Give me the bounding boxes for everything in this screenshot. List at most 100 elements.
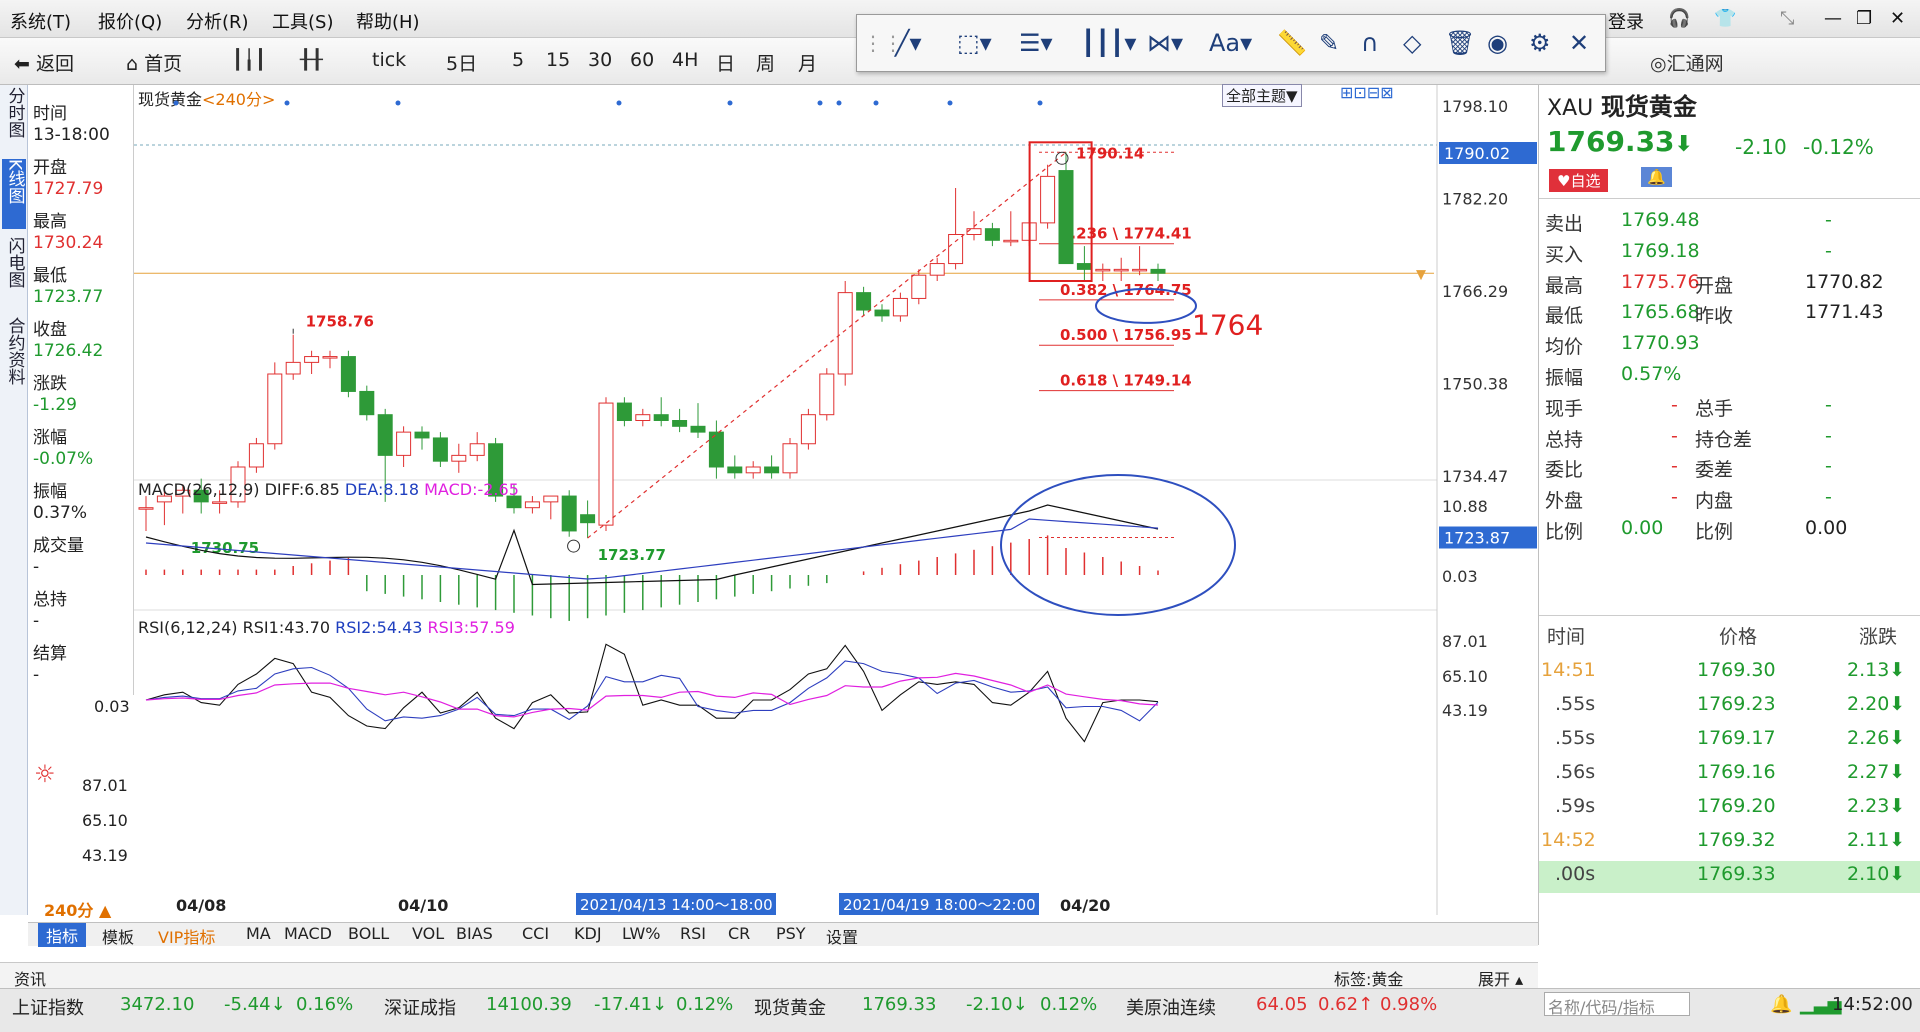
quote-label2: 开盘 (1695, 274, 1734, 297)
indicator-tab[interactable]: BOLL (348, 924, 389, 943)
quote-value: 0.57% (1621, 363, 1682, 385)
period-month[interactable]: 月 (798, 49, 817, 76)
menu-analysis[interactable]: 分析(R) (186, 8, 249, 34)
indicator-tab[interactable]: CR (728, 924, 750, 943)
channel-tool-icon[interactable]: ┃┃┃▾ (1081, 29, 1136, 57)
info-low-label: 最低 (33, 266, 67, 286)
tab-kline[interactable]: K线图 (2, 159, 26, 229)
info-vol-label: 成交量 (33, 536, 84, 556)
tick-time: .56s (1555, 761, 1596, 783)
eraser-icon[interactable]: ◇ (1403, 29, 1421, 57)
indicator-tab[interactable]: VIP指标 (158, 924, 215, 948)
indicator-tab[interactable]: MA (246, 924, 271, 943)
quote-pct: -0.12% (1803, 135, 1874, 159)
indicator-tab[interactable]: RSI (680, 924, 706, 943)
login-link[interactable]: 登录 (1608, 8, 1644, 34)
candle-body (1113, 268, 1129, 272)
menu-system[interactable]: 系统(T) (10, 8, 71, 34)
period-5[interactable]: 5 (512, 49, 524, 71)
chart-canvas[interactable]: 0.236 \ 1774.410.382 \ 1764.750.500 \ 17… (134, 85, 1538, 915)
news-label[interactable]: 资讯 (14, 966, 46, 990)
tab-timeshare[interactable]: 分时图 (2, 87, 26, 143)
magnet-icon[interactable]: ∩ (1361, 29, 1379, 57)
tab-lightning[interactable]: 闪电图 (2, 237, 26, 293)
indicator-tab[interactable]: CCI (522, 924, 549, 943)
macd-axis-label: 0.03 (94, 697, 130, 716)
menu-quote[interactable]: 报价(Q) (98, 8, 162, 34)
ticker-name[interactable]: 上证指数 (12, 994, 84, 1020)
tick-time: .00s (1555, 863, 1596, 885)
period-60[interactable]: 60 (630, 49, 654, 71)
indicator-tabs: 指标 模板 VIP指标 MA MACD BOLL VOL BIAS CCI KDJ LW% RSI CR… (28, 922, 1538, 948)
candle-chart-icon[interactable]: ╂╂ (300, 49, 323, 71)
indicator-tab[interactable]: PSY (776, 924, 806, 943)
text-tool-icon[interactable]: Aa▾ (1209, 29, 1252, 57)
line-tool-icon[interactable]: ╱▾ (895, 29, 922, 57)
tab-contract[interactable]: 合约资料 (2, 317, 26, 390)
period-5day[interactable]: 5日 (446, 49, 477, 76)
price-tick: 1750.38 (1442, 374, 1508, 393)
quote-value2: 1771.43 (1805, 301, 1884, 324)
tick-change: 2.13⬇ (1847, 659, 1906, 681)
trash-icon[interactable]: 🗑 (1445, 29, 1475, 57)
period-15[interactable]: 15 (546, 49, 570, 71)
tick-button[interactable]: tick (372, 49, 406, 71)
indicator-tab[interactable]: 设置 (826, 924, 858, 948)
notification-bell-icon[interactable]: 🔔 (1770, 994, 1792, 1015)
shirt-icon[interactable]: 👕 (1714, 8, 1736, 29)
pattern-tool-icon[interactable]: ⋈▾ (1147, 29, 1183, 57)
quote-label: 比例 (1545, 521, 1584, 543)
indicator-tab[interactable]: VOL (412, 924, 444, 943)
back-button[interactable]: ⬅ 返回 (14, 49, 74, 76)
indicator-tab[interactable]: 指标 (38, 923, 87, 947)
gear-icon[interactable]: ⚙ (1529, 29, 1551, 57)
eye-icon[interactable]: ◉ (1487, 29, 1508, 57)
close-window-icon[interactable]: ✕ (1890, 8, 1905, 29)
alert-bell-button[interactable]: 🔔 (1641, 167, 1672, 187)
ticker-name[interactable]: 现货黄金 (754, 994, 826, 1020)
ticker-change: 0.62↑ (1318, 994, 1374, 1015)
period-select-button[interactable]: 240分 ▲ (44, 897, 111, 921)
home-button[interactable]: ⌂ 首页 (126, 49, 182, 76)
pencil-icon[interactable]: ✎ (1319, 29, 1339, 57)
quote-label: 外盘 (1545, 490, 1584, 513)
ticker-change: -5.44↓ (224, 994, 286, 1015)
search-input[interactable]: 名称/代码/指标 (1544, 992, 1690, 1017)
rsi-tick: 87.01 (1442, 632, 1488, 651)
candle-body (708, 431, 724, 468)
bar-chart-icon[interactable]: ┃╽┃ (232, 49, 266, 71)
ticker-name[interactable]: 深证成指 (384, 994, 456, 1020)
menu-help[interactable]: 帮助(H) (356, 8, 420, 34)
brand-logo[interactable]: ◎汇通网 (1650, 49, 1724, 76)
macd-panel: MACD(26,12,9) DIFF:6.85 DEA:8.18 MACD:-2… (138, 474, 1488, 621)
expand-button[interactable]: 展开 ▴ (1478, 966, 1523, 990)
ticker-name[interactable]: 美原油连续 (1126, 994, 1216, 1020)
quote-value2: - (1825, 424, 1832, 447)
tick-change: 2.27⬇ (1847, 761, 1906, 783)
period-week[interactable]: 周 (756, 49, 775, 76)
add-favorite-button[interactable]: ♥自选 (1549, 169, 1609, 192)
headset-icon[interactable]: 🎧 (1668, 8, 1690, 29)
period-day[interactable]: 日 (716, 49, 735, 76)
ruler-icon[interactable]: 📏 (1277, 29, 1307, 57)
indicator-tab[interactable]: KDJ (574, 924, 602, 943)
menu-tools[interactable]: 工具(S) (272, 8, 333, 34)
current-price-tag: 1790.02 (1444, 144, 1510, 163)
quote-value2: 0.00 (1805, 517, 1848, 539)
fib-tool-icon[interactable]: ☰▾ (1019, 29, 1053, 57)
indicator-tab[interactable]: LW% (622, 924, 660, 943)
period-4h[interactable]: 4H (672, 49, 698, 71)
event-dot (836, 100, 842, 106)
shape-tool-icon[interactable]: ⬚▾ (957, 29, 992, 57)
minimize-icon[interactable]: — (1824, 8, 1842, 29)
candle-body (1003, 239, 1019, 243)
indicator-tab[interactable]: MACD (284, 924, 332, 943)
period-30[interactable]: 30 (588, 49, 612, 71)
close-icon[interactable]: ✕ (1569, 29, 1589, 57)
candle-body (635, 414, 651, 421)
shrink-icon[interactable]: ⤡ (1780, 8, 1794, 29)
indicator-tab[interactable]: 模板 (102, 924, 134, 948)
restore-icon[interactable]: ❐ (1856, 8, 1872, 29)
indicator-tab[interactable]: BIAS (456, 924, 493, 943)
quote-row: 振幅 0.57% (1539, 363, 1920, 393)
